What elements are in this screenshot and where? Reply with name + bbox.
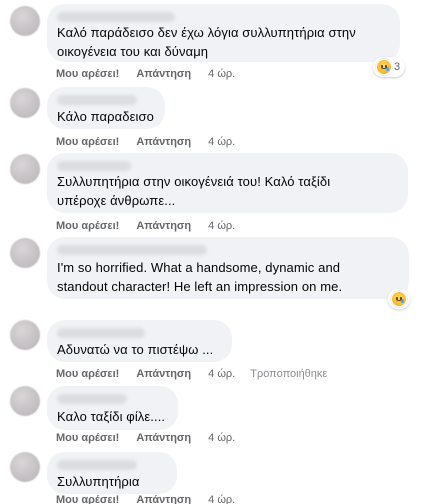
comment-actions: Μου αρέσει! Απάντηση 4 ώρ. <box>56 136 235 148</box>
author-name-redacted[interactable] <box>57 328 145 338</box>
comment-actions: Μου αρέσει! Απάντηση 4 ώρ. <box>56 494 235 504</box>
reply-button[interactable]: Απάντηση <box>136 136 191 148</box>
avatar[interactable] <box>10 88 40 118</box>
comment-actions: Μου αρέσει! Απάντηση 4 ώρ. <box>56 68 235 80</box>
comment-bubble: Συλλυπητήρια <box>47 452 177 494</box>
timestamp[interactable]: 4 ώρ. <box>208 136 235 148</box>
comment-bubble: I'm so horrified. What a handsome, dynam… <box>47 237 409 299</box>
timestamp[interactable]: 4 ώρ. <box>208 368 235 380</box>
comment-bubble: Αδυνατώ να το πιστέψω ... <box>47 320 232 362</box>
sad-face-icon <box>391 291 407 307</box>
like-button[interactable]: Μου αρέσει! <box>56 432 119 444</box>
comment-bubble: Καλό παράδεισο δεν έχω λόγια συλλυπητήρι… <box>47 4 400 62</box>
author-name-redacted[interactable] <box>57 95 137 105</box>
edited-label[interactable]: Τροποποιήθηκε <box>250 368 327 380</box>
timestamp[interactable]: 4 ώρ. <box>208 494 235 504</box>
avatar[interactable] <box>10 6 40 36</box>
reply-button[interactable]: Απάντηση <box>136 494 191 504</box>
comment-text: Αδυνατώ να το πιστέψω ... <box>57 342 214 357</box>
like-button[interactable]: Μου αρέσει! <box>56 368 119 380</box>
reaction-summary[interactable] <box>388 289 410 309</box>
author-name-redacted[interactable] <box>57 12 175 22</box>
comment-text: Καλό παράδεισο δεν έχω λόγια συλλυπητήρι… <box>57 25 356 59</box>
author-name-redacted[interactable] <box>57 245 207 255</box>
avatar[interactable] <box>10 238 40 268</box>
like-button[interactable]: Μου αρέσει! <box>56 220 119 232</box>
avatar[interactable] <box>10 320 40 350</box>
reply-button[interactable]: Απάντηση <box>136 432 191 444</box>
reply-button[interactable]: Απάντηση <box>136 368 191 380</box>
like-button[interactable]: Μου αρέσει! <box>56 136 119 148</box>
comment-text: I'm so horrified. What a handsome, dynam… <box>57 260 343 294</box>
reply-button[interactable]: Απάντηση <box>136 68 191 80</box>
reaction-count: 3 <box>394 61 401 73</box>
reaction-summary[interactable]: 3 <box>373 57 406 77</box>
comment-bubble: Κάλο παραδεισο <box>47 87 165 129</box>
avatar[interactable] <box>10 154 40 184</box>
author-name-redacted[interactable] <box>57 394 127 404</box>
like-button[interactable]: Μου αρέσει! <box>56 494 119 504</box>
comment-text: Συλλυπητήρια <box>57 474 140 489</box>
comment-actions: Μου αρέσει! Απάντηση 4 ώρ. <box>56 220 235 232</box>
timestamp[interactable]: 4 ώρ. <box>208 68 235 80</box>
author-name-redacted[interactable] <box>57 460 137 470</box>
reply-button[interactable]: Απάντηση <box>136 220 191 232</box>
timestamp[interactable]: 4 ώρ. <box>208 220 235 232</box>
comment-bubble: Καλο ταξίδι φίλε.... <box>47 386 178 430</box>
sad-face-icon <box>376 59 392 75</box>
comment-actions: Μου αρέσει! Απάντηση 4 ώρ. Τροποποιήθηκε <box>56 368 327 380</box>
comment-text: Συλλυπητήρια στην οικογένειά του! Καλό τ… <box>57 174 331 208</box>
comment-text: Κάλο παραδεισο <box>57 109 154 124</box>
comment-text: Καλο ταξίδι φίλε.... <box>57 409 166 424</box>
like-button[interactable]: Μου αρέσει! <box>56 68 119 80</box>
avatar[interactable] <box>10 386 40 416</box>
author-name-redacted[interactable] <box>57 161 131 171</box>
avatar[interactable] <box>10 452 40 482</box>
comment-actions: Μου αρέσει! Απάντηση 4 ώρ. <box>56 432 235 444</box>
timestamp[interactable]: 4 ώρ. <box>208 432 235 444</box>
comment-bubble: Συλλυπητήρια στην οικογένειά του! Καλό τ… <box>47 153 408 213</box>
